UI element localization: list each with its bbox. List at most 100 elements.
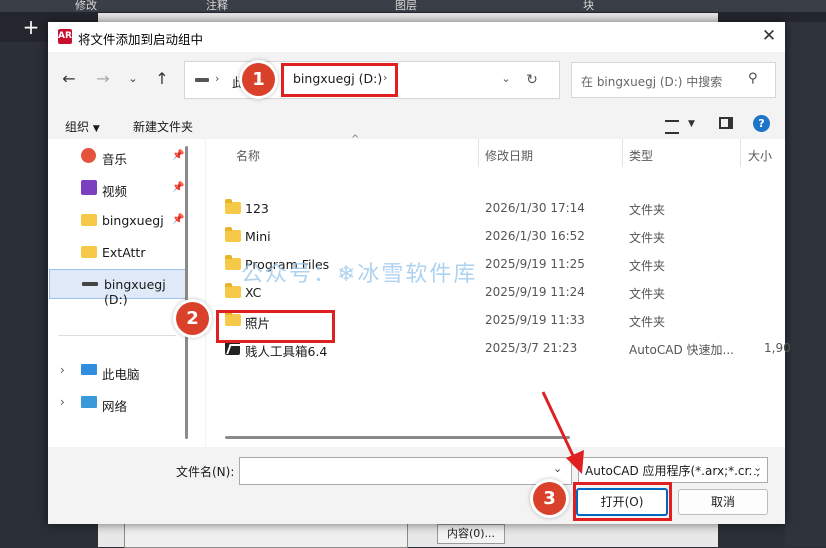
navigation-pane: 音乐 📌 视频 📌 bingxuegj 📌 ExtAttr bingxuegj … xyxy=(48,139,205,447)
nav-item-label: 视频 xyxy=(102,184,128,199)
file-date: 2025/9/19 11:25 xyxy=(485,257,585,271)
view-list-icon[interactable] xyxy=(665,120,679,134)
nav-item-network[interactable]: › 网络 xyxy=(48,389,205,417)
filename-input[interactable] xyxy=(239,457,572,485)
drive-icon xyxy=(82,282,98,286)
nav-item-label: 此电脑 xyxy=(102,367,140,382)
folder-icon xyxy=(225,283,241,298)
content-button[interactable]: 内容(0)... xyxy=(437,524,505,544)
nav-divider xyxy=(58,335,176,336)
pin-icon: 📌 xyxy=(172,182,185,193)
help-icon[interactable]: ? xyxy=(753,115,770,132)
network-icon xyxy=(81,396,97,408)
address-dropdown-icon[interactable]: ⌄ xyxy=(495,68,517,90)
cancel-button[interactable]: 取消 xyxy=(678,489,768,515)
column-header-name[interactable]: 名称 xyxy=(236,147,260,164)
highlight-box-open xyxy=(573,482,672,521)
drive-icon xyxy=(195,78,209,82)
pin-icon: 📌 xyxy=(172,150,185,161)
nav-item-video[interactable]: 视频 📌 xyxy=(48,174,205,202)
file-row[interactable]: Mini 2026/1/30 16:52 文件夹 xyxy=(206,222,785,250)
new-folder-button[interactable]: 新建文件夹 xyxy=(133,118,193,135)
nav-scrollbar[interactable] xyxy=(185,146,188,439)
sort-up-icon: ^ xyxy=(351,134,360,145)
nav-item-label: 网络 xyxy=(102,399,128,414)
file-type: AutoCAD 快速加... xyxy=(629,343,734,357)
expand-chevron-icon[interactable]: › xyxy=(60,395,65,409)
organize-chevron-down-icon: ▼ xyxy=(92,124,100,134)
nav-item-label: 音乐 xyxy=(102,152,128,167)
ribbon-tab-annotate[interactable]: 注释 xyxy=(206,0,228,12)
folder-icon xyxy=(225,199,241,214)
up-arrow-icon[interactable]: ↑ xyxy=(151,68,173,90)
forward-arrow-icon[interactable]: → xyxy=(92,68,114,90)
file-type: 文件夹 xyxy=(629,315,666,329)
view-options-chevron-icon[interactable]: ▼ xyxy=(688,119,695,129)
file-type-dropdown-icon: ⌄ xyxy=(751,461,763,474)
expand-chevron-icon[interactable]: › xyxy=(60,363,65,377)
column-separator[interactable] xyxy=(740,139,741,167)
file-row[interactable]: 123 2026/1/30 17:14 文件夹 xyxy=(206,194,785,222)
column-header-date[interactable]: 修改日期 xyxy=(485,147,533,164)
watermark: 公众号：❄冰雪软件库 xyxy=(241,262,478,287)
autocad-app-icon: AR xyxy=(58,29,72,44)
video-icon xyxy=(81,180,97,195)
nav-item-music[interactable]: 音乐 📌 xyxy=(48,142,205,170)
step-badge-1: 1 xyxy=(242,63,275,96)
highlight-box-file xyxy=(216,310,335,343)
step-badge-2: 2 xyxy=(176,302,209,335)
column-header-type[interactable]: 类型 xyxy=(629,147,653,164)
column-separator[interactable] xyxy=(478,139,479,167)
new-tab-button[interactable]: + xyxy=(18,16,44,40)
nav-item-drive-d[interactable]: bingxuegj (D:) xyxy=(49,269,186,307)
nav-item-bingxuegj[interactable]: bingxuegj 📌 xyxy=(48,206,205,234)
file-date: 2025/9/19 11:33 xyxy=(485,313,585,327)
filename-label: 文件名(N): xyxy=(176,465,235,479)
file-date: 2026/1/30 16:52 xyxy=(485,229,585,243)
drawing-area xyxy=(785,22,826,547)
folder-icon xyxy=(81,246,97,258)
file-type: 文件夹 xyxy=(629,231,666,245)
red-arrow-icon xyxy=(541,391,584,474)
file-type: 文件夹 xyxy=(629,259,666,273)
refresh-icon[interactable]: ↻ xyxy=(521,69,543,91)
computer-icon xyxy=(81,364,97,375)
nav-item-this-pc[interactable]: › 此电脑 xyxy=(48,357,205,385)
ribbon-tab-layer[interactable]: 图层 xyxy=(395,0,417,12)
dialog-title: 将文件添加到启动组中 xyxy=(78,32,204,47)
column-separator[interactable] xyxy=(622,139,623,167)
recent-chevron-down-icon[interactable]: ⌄ xyxy=(122,68,144,90)
pin-icon: 📌 xyxy=(172,214,185,225)
file-name: 贱人工具箱6.4 xyxy=(245,344,328,359)
step-badge-3: 3 xyxy=(533,482,566,515)
file-date: 2025/3/7 21:23 xyxy=(485,341,578,355)
preview-pane-icon[interactable] xyxy=(719,117,733,129)
file-name: Mini xyxy=(245,229,271,244)
list-scrollbar[interactable] xyxy=(225,436,570,439)
folder-icon xyxy=(225,227,241,242)
search-input[interactable]: 在 bingxuegj (D:) 中搜索 ⚲ xyxy=(571,62,776,98)
back-arrow-icon[interactable]: ← xyxy=(58,68,80,90)
nav-item-extattr[interactable]: ExtAttr xyxy=(48,238,205,266)
file-type-select[interactable]: AutoCAD 应用程序(*.arx;*.crx; ⌄ xyxy=(578,457,768,483)
organize-menu[interactable]: 组织 ▼ xyxy=(65,118,100,135)
close-icon[interactable]: ✕ xyxy=(758,25,780,47)
nav-item-label: bingxuegj xyxy=(102,213,164,228)
file-size: 1,90 xyxy=(764,341,791,355)
folder-icon xyxy=(225,255,241,270)
file-name: 123 xyxy=(245,201,269,216)
search-icon: ⚲ xyxy=(748,71,758,86)
file-date: 2025/9/19 11:24 xyxy=(485,285,585,299)
folder-icon xyxy=(81,214,97,226)
highlight-box-drive xyxy=(281,63,398,97)
search-placeholder: 在 bingxuegj (D:) 中搜索 xyxy=(581,75,723,89)
autocad-file-icon xyxy=(225,341,240,355)
column-header-size[interactable]: 大小 xyxy=(748,147,772,164)
ribbon-tab-block[interactable]: 块 xyxy=(583,0,594,12)
file-type-value: AutoCAD 应用程序(*.arx;*.crx; xyxy=(585,464,761,478)
file-type: 文件夹 xyxy=(629,203,666,217)
breadcrumb-separator-icon: › xyxy=(215,72,220,85)
nav-item-label: bingxuegj (D:) xyxy=(104,277,166,307)
music-icon xyxy=(81,148,96,163)
ribbon-tab-modify[interactable]: 修改 xyxy=(75,0,97,12)
